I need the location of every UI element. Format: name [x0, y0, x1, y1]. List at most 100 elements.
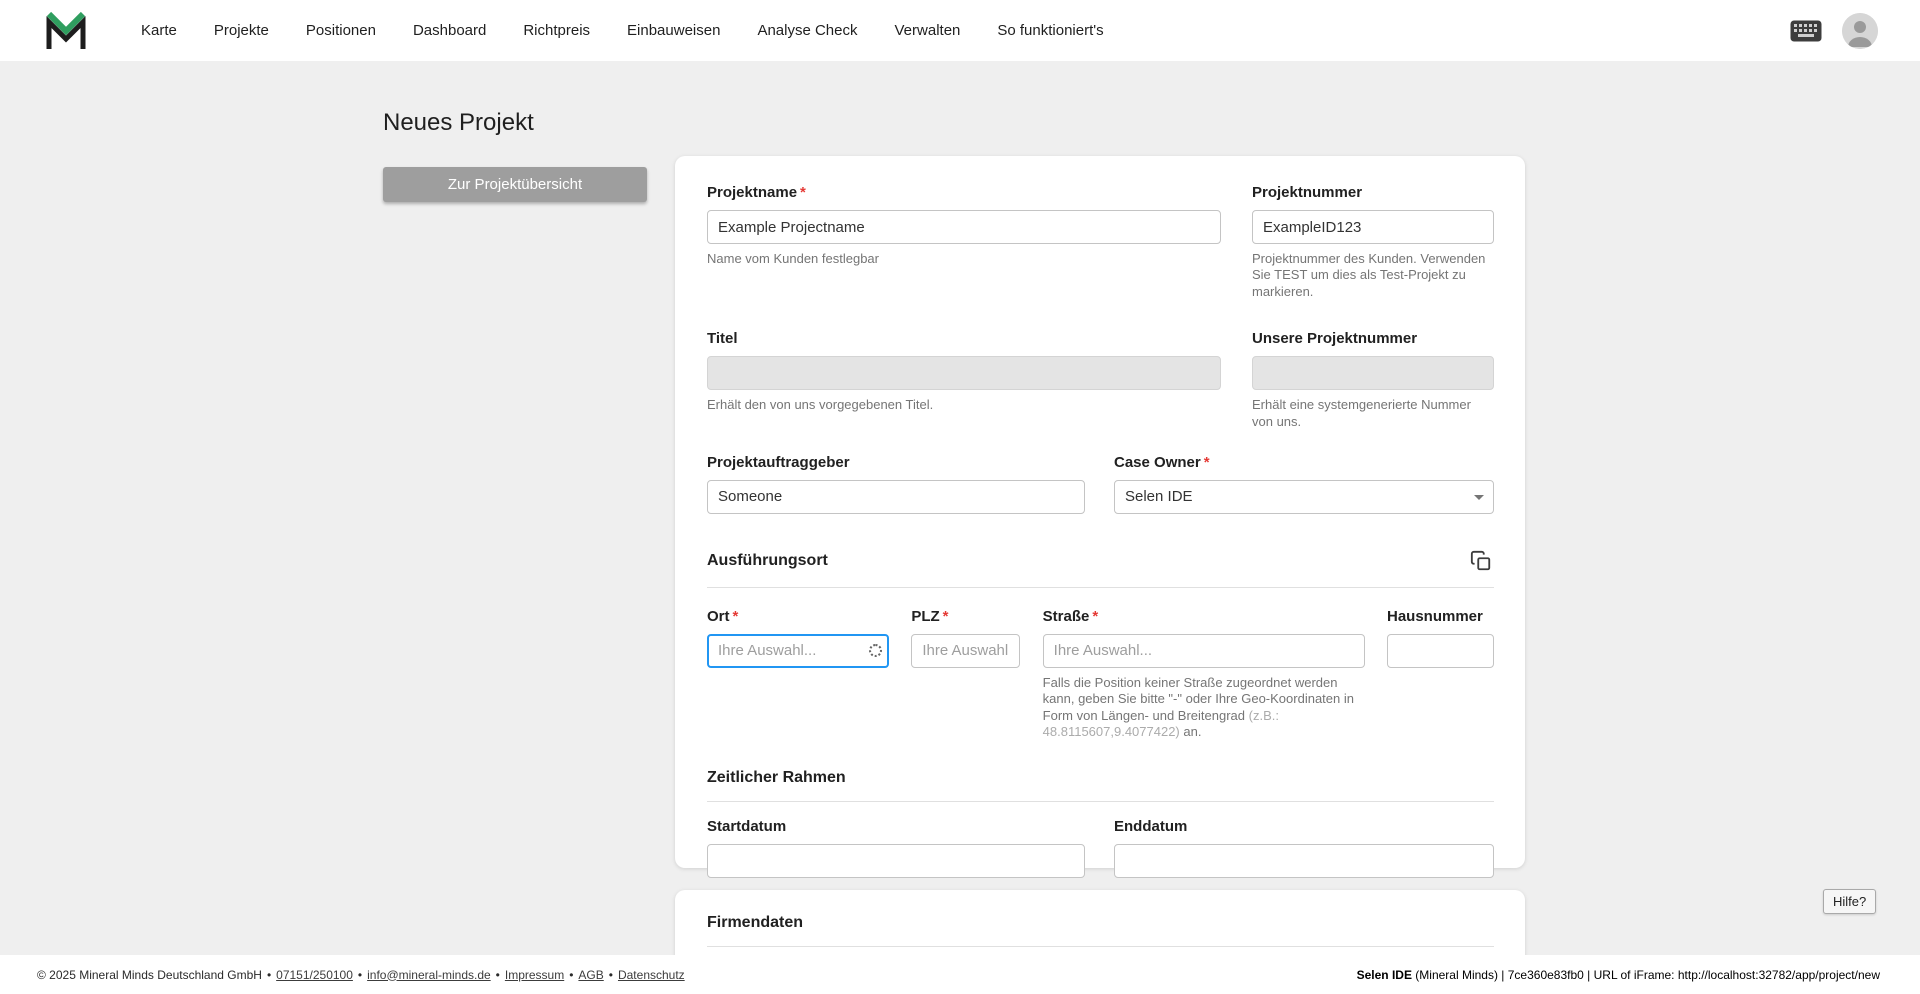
top-nav-bar: Karte Projekte Positionen Dashboard Rich… [0, 0, 1920, 61]
copy-icon [1470, 550, 1491, 571]
project-overview-button[interactable]: Zur Projektübersicht [383, 167, 647, 202]
nav-item-karte[interactable]: Karte [141, 22, 177, 39]
strasse-label-text: Straße [1042, 607, 1090, 625]
projektname-label: Projektname * [707, 184, 1221, 202]
titel-label: Titel [707, 330, 1221, 348]
dropdown-arrow-icon [1474, 494, 1484, 500]
form-row-dates: Startdatum Enddatum [707, 818, 1494, 879]
unsere-projektnummer-input [1252, 356, 1494, 391]
startdatum-label-text: Startdatum [707, 818, 787, 836]
footer-separator: • [569, 967, 574, 982]
nav-item-dashboard[interactable]: Dashboard [413, 22, 486, 39]
page-title: Neues Projekt [383, 109, 534, 136]
footer: © 2025 Mineral Minds Deutschland GmbH • … [0, 955, 1920, 994]
hausnummer-field: Hausnummer [1386, 608, 1494, 668]
strasse-field: Straße* Falls die Position keiner Straße… [1042, 608, 1365, 741]
enddatum-input[interactable] [1114, 844, 1494, 879]
section-divider [707, 801, 1494, 803]
footer-link-email[interactable]: info@mineral-minds.de [367, 968, 491, 982]
strasse-input[interactable] [1042, 633, 1365, 668]
session-details: (Mineral Minds) | 7ce360e83fb0 | URL of … [1411, 967, 1880, 982]
copy-location-button[interactable] [1468, 548, 1494, 574]
projektname-label-text: Projektname [707, 184, 798, 201]
required-asterisk: * [1203, 453, 1210, 471]
keyboard-icon[interactable] [1790, 20, 1822, 42]
ausfuehrungsort-title: Ausführungsort [707, 551, 828, 569]
main-nav: Karte Projekte Positionen Dashboard Rich… [141, 22, 1104, 39]
main-content: Neues Projekt Zur Projektübersicht Proje… [0, 61, 1920, 955]
form-row-auftraggeber-owner: Projektauftraggeber Case Owner* Selen ID… [707, 454, 1494, 514]
topbar-actions [1790, 12, 1878, 49]
hausnummer-input[interactable] [1386, 633, 1494, 668]
ort-input[interactable] [707, 633, 889, 668]
case-owner-label-text: Case Owner [1114, 453, 1201, 471]
plz-label-text: PLZ [911, 607, 940, 625]
projektnummer-helper: Projektnummer des Kunden. Verwenden Sie … [1252, 251, 1486, 299]
footer-link-datenschutz[interactable]: Datenschutz [618, 968, 685, 982]
case-owner-label: Case Owner * [1114, 454, 1494, 472]
nav-item-einbauweisen[interactable]: Einbauweisen [627, 22, 720, 39]
hausnummer-label: Hausnummer [1387, 608, 1494, 626]
required-asterisk: * [800, 184, 806, 201]
strasse-helper-main: Falls die Position keiner Straße zugeord… [1042, 674, 1354, 723]
case-owner-select[interactable]: Selen IDE [1114, 479, 1494, 514]
projektauftraggeber-input[interactable] [707, 479, 1085, 514]
user-avatar-icon[interactable] [1842, 12, 1878, 49]
firmendaten-card: Firmendaten [675, 890, 1525, 955]
strasse-label: Straße * [1043, 608, 1365, 626]
projektnummer-label: Projektnummer [1252, 184, 1494, 202]
enddatum-field: Enddatum [1114, 818, 1494, 879]
startdatum-label: Startdatum [707, 818, 1085, 836]
footer-separator: • [266, 967, 272, 982]
footer-separator: • [357, 967, 363, 982]
nav-item-richtpreis[interactable]: Richtpreis [523, 22, 590, 39]
ort-label-text: Ort [707, 607, 730, 625]
section-divider [707, 586, 1494, 588]
startdatum-input[interactable] [707, 844, 1085, 879]
session-info: Selen IDE (Mineral Minds) | 7ce360e83fb0… [1357, 968, 1880, 982]
projektname-field: Projektname* Name vom Kunden festlegbar [707, 184, 1221, 267]
titel-label-text: Titel [707, 330, 738, 348]
nav-item-positionen[interactable]: Positionen [306, 22, 376, 39]
nav-item-verwalten[interactable]: Verwalten [895, 22, 961, 39]
hausnummer-label-text: Hausnummer [1386, 607, 1483, 625]
footer-separator: • [608, 967, 613, 982]
projektname-input[interactable] [707, 210, 1221, 244]
enddatum-label-text: Enddatum [1114, 818, 1188, 836]
projektname-helper: Name vom Kunden festlegbar [707, 251, 879, 266]
mineral-minds-logo[interactable] [45, 11, 87, 51]
firmendaten-title: Firmendaten [707, 914, 804, 931]
form-row-titel-number: Titel Erhält den von uns vorgegebenen Ti… [707, 330, 1494, 430]
footer-link-agb[interactable]: AGB [578, 968, 603, 982]
titel-field: Titel Erhält den von uns vorgegebenen Ti… [707, 330, 1221, 413]
section-divider [707, 946, 1494, 947]
nav-item-analyse-check[interactable]: Analyse Check [757, 22, 857, 39]
session-user: Selen IDE [1356, 967, 1412, 982]
projektauftraggeber-label-text: Projektauftraggeber [707, 453, 850, 471]
nav-item-projekte[interactable]: Projekte [214, 22, 269, 39]
unsere-projektnummer-label: Unsere Projektnummer [1252, 330, 1494, 348]
footer-separator: • [495, 967, 500, 982]
strasse-helper: Falls die Position keiner Straße zugeord… [1043, 675, 1365, 741]
projektauftraggeber-field: Projektauftraggeber [707, 454, 1085, 514]
titel-input [707, 356, 1221, 391]
footer-link-impressum[interactable]: Impressum [505, 968, 564, 982]
unsere-projektnummer-field: Unsere Projektnummer Erhält eine systemg… [1252, 330, 1494, 430]
projektnummer-input[interactable] [1252, 210, 1494, 244]
project-form-card: Projektname* Name vom Kunden festlegbar … [675, 156, 1525, 879]
unsere-projektnummer-helper: Erhält eine systemgenerierte Nummer von … [1252, 397, 1471, 429]
ort-field: Ort * [707, 608, 889, 668]
plz-input[interactable] [911, 633, 1021, 668]
form-row-name-number: Projektname* Name vom Kunden festlegbar … [707, 184, 1494, 300]
ausfuehrungsort-section-header: Ausführungsort [707, 548, 1494, 588]
help-button[interactable]: Hilfe? [1823, 889, 1877, 914]
footer-link-phone[interactable]: 07151/250100 [276, 968, 353, 982]
nav-item-so-funktionierts[interactable]: So funktioniert's [997, 22, 1103, 39]
loading-spinner-icon [869, 643, 882, 657]
strasse-helper-suffix: an. [1179, 724, 1202, 739]
required-asterisk: * [732, 607, 739, 625]
startdatum-field: Startdatum [707, 818, 1085, 879]
zeitlicher-rahmen-section-header: Zeitlicher Rahmen [707, 768, 1494, 803]
case-owner-field: Case Owner * Selen IDE [1114, 454, 1494, 514]
footer-info: © 2025 Mineral Minds Deutschland GmbH • … [37, 968, 685, 982]
